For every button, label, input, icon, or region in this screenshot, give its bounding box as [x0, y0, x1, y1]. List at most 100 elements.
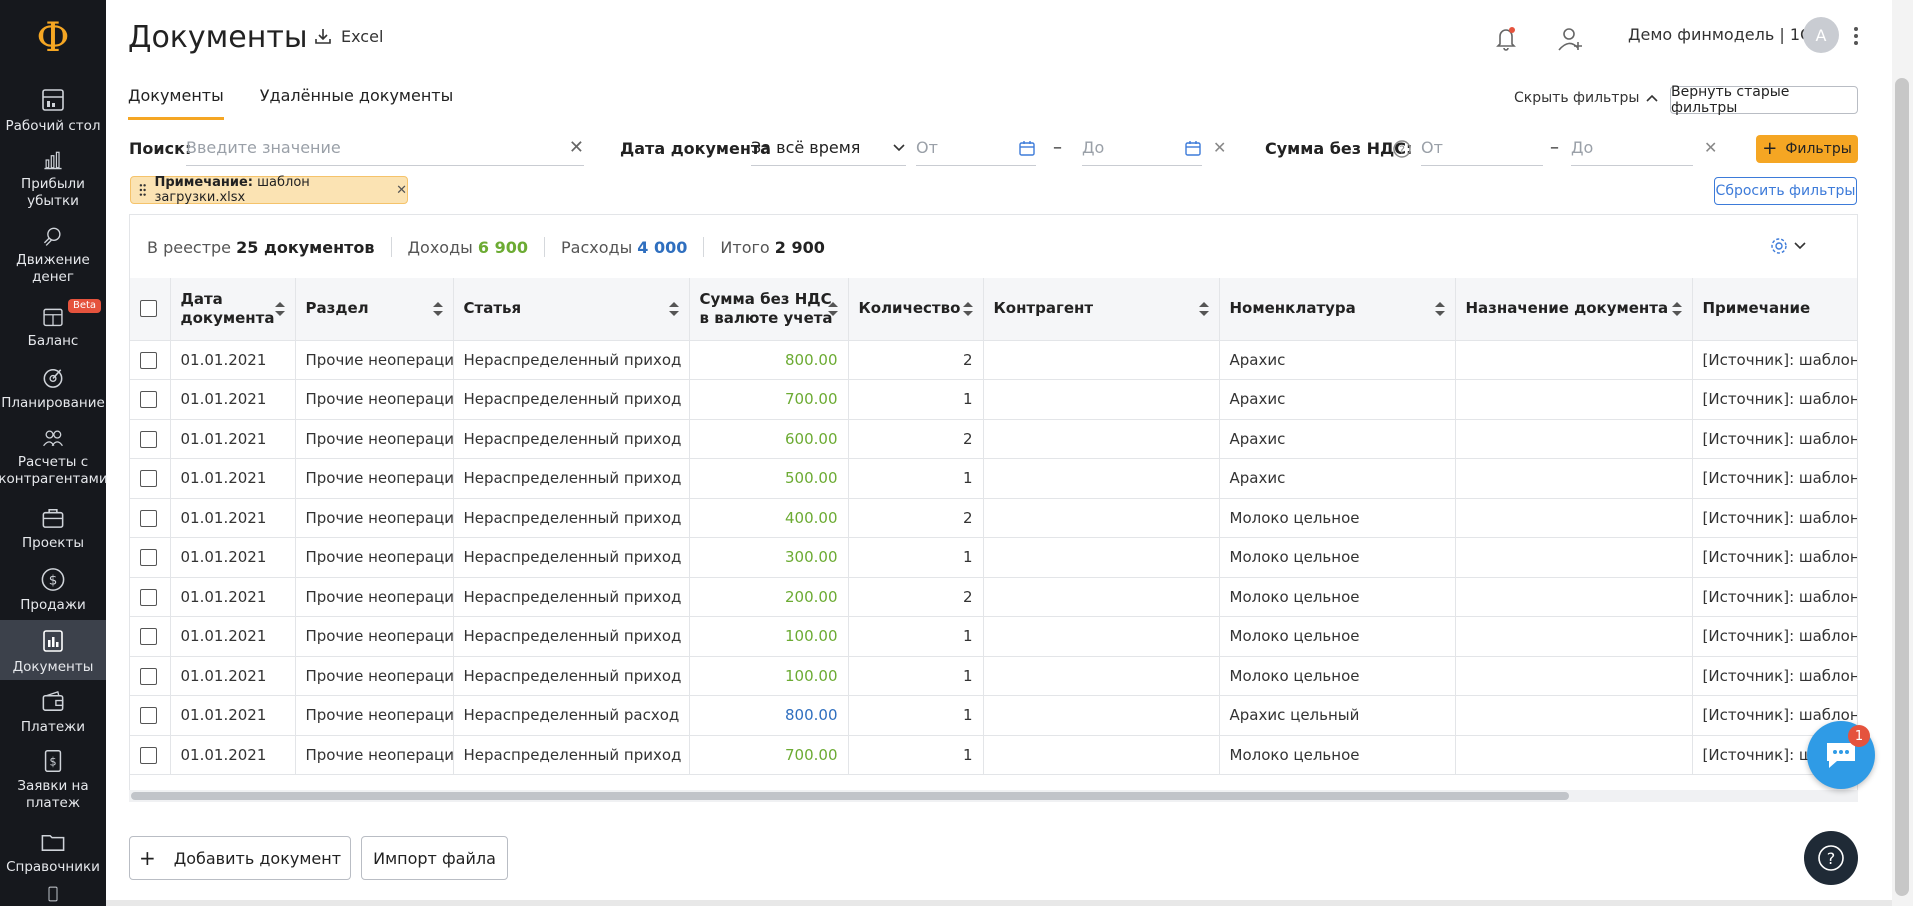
table-row[interactable]: 01.01.2021 Прочие неоперацио Нераспределен… [130, 419, 1857, 459]
calendar-icon[interactable] [1018, 139, 1036, 157]
scrollbar-thumb[interactable] [1895, 78, 1909, 896]
table-row[interactable]: 01.01.2021 Прочие неоперацио Нераспределен… [130, 735, 1857, 775]
sidebar-item-more[interactable] [0, 886, 106, 906]
money-flow-icon [43, 227, 61, 246]
sort-icon[interactable] [1434, 301, 1445, 316]
remove-chip-icon[interactable]: ✕ [396, 183, 407, 198]
table-row[interactable]: 01.01.2021 Прочие неоперацио Нераспределен… [130, 577, 1857, 617]
company-name[interactable]: Демо финмодель | 1С [1628, 25, 1811, 44]
date-period-select[interactable]: За всё время [751, 130, 906, 166]
sort-icon[interactable] [274, 301, 285, 316]
bell-icon[interactable] [1492, 24, 1520, 52]
active-filter-chip[interactable]: Примечание: шаблон загрузки.xlsx ✕ [130, 175, 408, 205]
hide-filters-button[interactable]: Скрыть фильтры [1514, 90, 1659, 106]
reset-filters-button[interactable]: Сбросить фильтры [1714, 177, 1857, 205]
table-row[interactable]: 01.01.2021 Прочие неоперацио Нераспределен… [130, 379, 1857, 420]
table-row[interactable]: 01.01.2021 Прочие неоперацио Нераспределен… [130, 537, 1857, 578]
row-select-cell [130, 656, 171, 696]
sum-from-input[interactable]: От [1421, 130, 1543, 166]
filters-button[interactable]: + Фильтры [1756, 135, 1858, 163]
table-row[interactable]: 01.01.2021 Прочие неоперацио Нераспределен… [130, 695, 1857, 736]
sort-icon[interactable] [432, 301, 443, 316]
sort-icon[interactable] [1671, 301, 1682, 316]
sidebar-item-references[interactable]: Справочники [0, 828, 106, 876]
balance-icon [43, 308, 63, 327]
sidebar-item-payments[interactable]: Платежи [0, 688, 106, 736]
row-select-cell [130, 419, 171, 459]
tab-documents[interactable]: Документы [128, 86, 224, 120]
add-user-icon[interactable] [1556, 24, 1586, 54]
row-select-cell [130, 458, 171, 499]
sort-icon[interactable] [1198, 301, 1209, 316]
horizontal-scrollbar[interactable] [129, 790, 1858, 802]
row-checkbox[interactable] [140, 667, 157, 685]
cell-qty: 1 [848, 656, 984, 696]
row-checkbox[interactable] [140, 391, 157, 409]
cell-sum: 800.00 [689, 695, 849, 736]
date-from-input[interactable]: От [916, 130, 1036, 166]
sidebar-item-documents[interactable]: Документы [0, 620, 106, 680]
help-button[interactable]: ? [1804, 831, 1858, 885]
row-checkbox[interactable] [140, 707, 157, 725]
column-header-note[interactable]: Примечание [1692, 278, 1857, 341]
help-circle-icon[interactable]: ? [1392, 139, 1412, 159]
row-checkbox[interactable] [140, 588, 157, 606]
column-header-sum[interactable]: Сумма без НДС в валюте учета [689, 278, 849, 341]
vertical-scrollbar[interactable] [1892, 0, 1913, 906]
cell-article: Нераспределенный приход [453, 735, 690, 775]
row-checkbox[interactable] [140, 746, 157, 764]
sort-icon[interactable] [962, 301, 973, 316]
sidebar-item-profit[interactable]: Прибыли убытки [0, 148, 106, 210]
column-header-date[interactable]: Дата документа [170, 278, 296, 341]
clear-date-icon[interactable]: ✕ [1213, 138, 1226, 157]
drag-handle-icon[interactable] [139, 183, 146, 197]
date-to-input[interactable]: До [1082, 130, 1202, 166]
clear-sum-icon[interactable]: ✕ [1704, 138, 1717, 157]
column-header-article[interactable]: Статья [453, 278, 690, 341]
more-menu-icon[interactable] [1848, 24, 1864, 48]
table-row[interactable]: 01.01.2021 Прочие неоперацио Нераспределен… [130, 616, 1857, 657]
column-header-section[interactable]: Раздел [295, 278, 454, 341]
sum-to-input[interactable]: До [1571, 130, 1693, 166]
avatar[interactable]: А [1803, 17, 1839, 53]
column-header-item[interactable]: Номенклатура [1219, 278, 1456, 341]
sidebar-item-projects[interactable]: Проекты [0, 504, 106, 552]
import-file-button[interactable]: Импорт файла [361, 836, 508, 880]
table-settings-button[interactable] [1770, 237, 1806, 255]
column-header-quantity[interactable]: Количество [848, 278, 984, 341]
scrollbar-thumb[interactable] [131, 792, 1569, 800]
export-excel-button[interactable]: Excel [313, 26, 383, 46]
column-header-purpose[interactable]: Назначение документа [1455, 278, 1693, 341]
tab-deleted-documents[interactable]: Удалённые документы [260, 86, 453, 120]
select-all-checkbox[interactable] [140, 300, 157, 318]
sidebar-item-desk[interactable]: Рабочий стол [0, 86, 106, 138]
sidebar-item-payment-requests[interactable]: $ Заявки на платеж [0, 748, 106, 812]
table-row[interactable]: 01.01.2021 Прочие неоперацио Нераспределен… [130, 340, 1857, 380]
add-document-button[interactable]: + Добавить документ [129, 836, 351, 880]
row-checkbox[interactable] [140, 430, 157, 448]
table-row[interactable]: 01.01.2021 Прочие неоперацио Нераспределен… [130, 458, 1857, 499]
sort-icon[interactable] [827, 301, 838, 316]
row-checkbox[interactable] [140, 628, 157, 646]
chevron-down-icon [893, 143, 905, 151]
row-checkbox[interactable] [140, 549, 157, 567]
row-checkbox[interactable] [140, 470, 157, 488]
table-row[interactable]: 01.01.2021 Прочие неоперацио Нераспределен… [130, 498, 1857, 538]
clear-search-icon[interactable]: ✕ [569, 137, 584, 158]
cell-sum: 500.00 [689, 458, 849, 499]
sort-icon[interactable] [668, 301, 679, 316]
cell-note: [Источник]: шаблон загр [1692, 577, 1857, 617]
old-filters-button[interactable]: Вернуть старые фильтры [1670, 84, 1858, 116]
row-checkbox[interactable] [140, 509, 157, 527]
sidebar-item-planning[interactable]: Планирование [0, 364, 106, 412]
planning-icon [43, 369, 63, 388]
sidebar-item-contractors[interactable]: Расчеты с контрагентами [0, 426, 108, 488]
sidebar-item-money-flow[interactable]: Движение денег [0, 224, 106, 286]
sidebar-item-sales[interactable]: $ Продажи [0, 566, 106, 614]
table-row[interactable]: 01.01.2021 Прочие неоперацио Нераспределен… [130, 656, 1857, 696]
search-input[interactable]: Введите значение ✕ [186, 130, 584, 166]
row-checkbox[interactable] [140, 351, 157, 369]
calendar-icon[interactable] [1184, 139, 1202, 157]
column-header-contractor[interactable]: Контрагент [983, 278, 1220, 341]
app-logo[interactable]: Ф [0, 0, 106, 76]
